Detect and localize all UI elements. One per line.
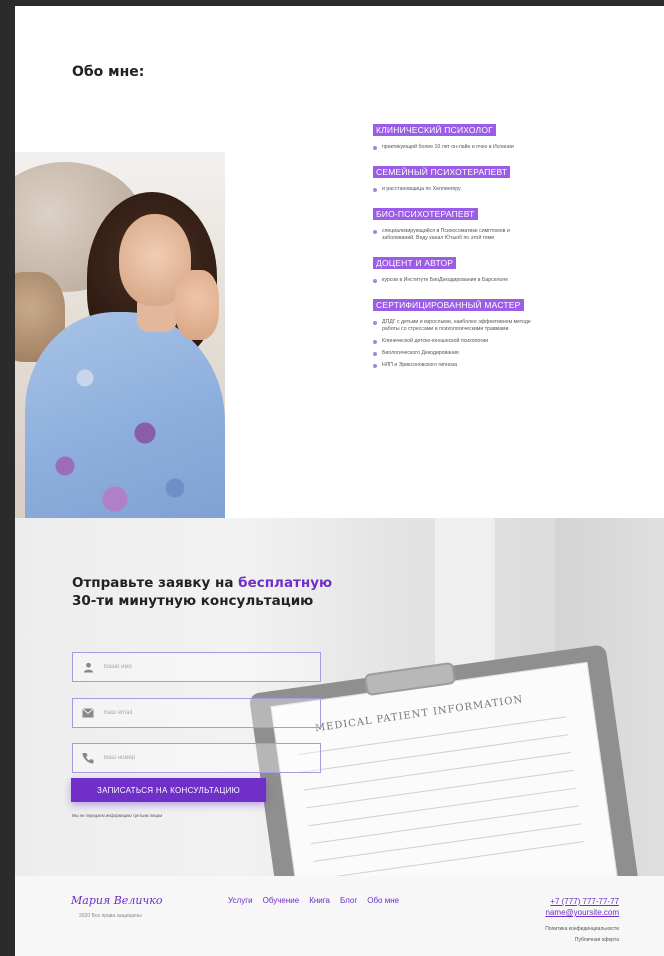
footer-email[interactable]: name@yoursite.com bbox=[546, 907, 619, 918]
bullet-icon bbox=[373, 321, 377, 325]
role-item: специализирующийся в Психосоматике симпт… bbox=[373, 228, 543, 242]
role-item: курсов в Институте БиоДекодирования в Ба… bbox=[373, 277, 543, 284]
email-field[interactable] bbox=[72, 698, 321, 728]
phone-icon bbox=[82, 752, 94, 764]
nav-training[interactable]: Обучение bbox=[263, 896, 300, 905]
nav-about[interactable]: Обо мне bbox=[367, 896, 399, 905]
consultation-section: MEDICAL PATIENT INFORMATION Отправьте за… bbox=[15, 518, 664, 876]
bullet-icon bbox=[373, 352, 377, 356]
submit-consultation-button[interactable]: Записаться на консультацию bbox=[71, 778, 266, 802]
public-offer-link[interactable]: Публичная оферта bbox=[545, 935, 619, 946]
role-block: Био-психотерапевт специализирующийся в П… bbox=[373, 202, 623, 242]
footer-nav: Услуги Обучение Книга Блог Обо мне bbox=[228, 896, 399, 905]
copyright: 2020 Все права защищены bbox=[79, 913, 142, 919]
phone-input[interactable] bbox=[104, 755, 304, 761]
title-highlight: бесплатную bbox=[238, 575, 333, 591]
nav-book[interactable]: Книга bbox=[309, 896, 330, 905]
bullet-icon bbox=[373, 364, 377, 368]
role-item: НЛП и Эриксоновского гипноза bbox=[373, 362, 543, 369]
mail-icon bbox=[82, 707, 94, 719]
about-title: Обо мне: bbox=[72, 64, 145, 80]
role-block: Семейный психотерапевт и расстановщица п… bbox=[373, 160, 623, 193]
name-field[interactable] bbox=[72, 652, 321, 682]
footer-phone[interactable]: +7 (777) 777-77-77 bbox=[546, 896, 619, 907]
role-title: Сертифицированный мастер bbox=[373, 299, 524, 311]
role-item: ДПДГ с детьми и взрослыми, наиболее эффе… bbox=[373, 319, 543, 333]
nav-blog[interactable]: Блог bbox=[340, 896, 357, 905]
privacy-policy-link[interactable]: Политика конфиденциальности bbox=[545, 924, 619, 935]
bullet-icon bbox=[373, 279, 377, 283]
user-icon bbox=[82, 661, 94, 673]
paper-title: MEDICAL PATIENT INFORMATION bbox=[314, 694, 524, 735]
about-section: Обо мне: Клинический психолог практикующ… bbox=[15, 6, 664, 518]
legal-links: Политика конфиденциальности Публичная оф… bbox=[545, 924, 619, 946]
portrait-photo bbox=[15, 152, 225, 518]
name-input[interactable] bbox=[104, 664, 304, 670]
role-item: Клинической детско-юношеской психологии bbox=[373, 338, 543, 345]
role-block: Клинический психолог практикующий более … bbox=[373, 118, 623, 151]
email-input[interactable] bbox=[104, 710, 304, 716]
role-item: Биологического Декодирования bbox=[373, 350, 543, 357]
logo[interactable]: Мария Величко bbox=[71, 894, 162, 907]
role-item: практикующий более 10 лет он-лайн и очно… bbox=[373, 144, 543, 151]
contact-info: +7 (777) 777-77-77 name@yoursite.com bbox=[546, 896, 619, 918]
bullet-icon bbox=[373, 230, 377, 234]
role-title: Доцент и автор bbox=[373, 257, 457, 269]
phone-field[interactable] bbox=[72, 743, 321, 773]
role-block: Сертифицированный мастер ДПДГ с детьми и… bbox=[373, 293, 623, 369]
bullet-icon bbox=[373, 188, 377, 192]
role-title: Клинический психолог bbox=[373, 124, 496, 136]
role-title: Семейный психотерапевт bbox=[373, 166, 511, 178]
role-block: Доцент и автор курсов в Институте БиоДек… bbox=[373, 251, 623, 284]
role-title: Био-психотерапевт bbox=[373, 208, 478, 220]
roles-list: Клинический психолог практикующий более … bbox=[373, 118, 623, 378]
role-item: и расстановщица по Хеллингеру bbox=[373, 186, 543, 193]
footer: Мария Величко 2020 Все права защищены Ус… bbox=[15, 876, 664, 956]
privacy-disclaimer: Мы не передаем информацию третьим лицам bbox=[72, 813, 163, 818]
bullet-icon bbox=[373, 340, 377, 344]
consult-title: Отправьте заявку на бесплатную 30-ти мин… bbox=[72, 575, 333, 609]
nav-services[interactable]: Услуги bbox=[228, 896, 253, 905]
bullet-icon bbox=[373, 146, 377, 150]
page: Обо мне: Клинический психолог практикующ… bbox=[15, 6, 664, 956]
